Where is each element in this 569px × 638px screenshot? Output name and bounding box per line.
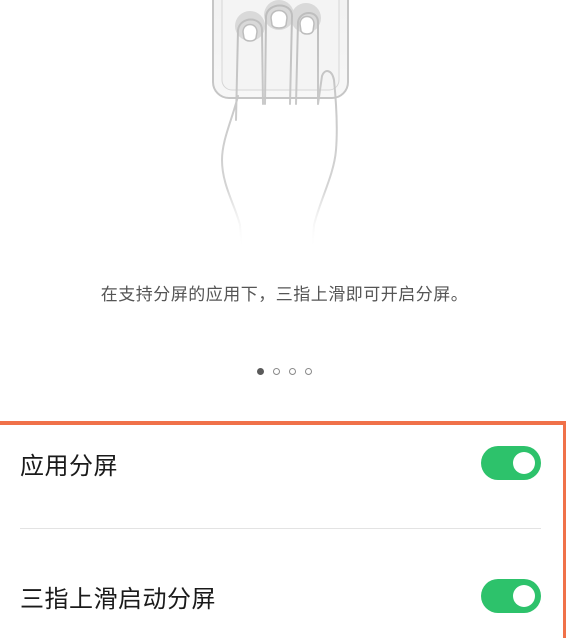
setting-row-three-finger-swipe[interactable]: 三指上滑启动分屏 (20, 566, 541, 626)
page-dot-2[interactable] (273, 368, 280, 375)
setting-label: 应用分屏 (20, 451, 118, 480)
split-screen-settings-page: 在支持分屏的应用下，三指上滑即可开启分屏。 应用分屏 三指上滑启动分屏 (0, 0, 569, 638)
app-split-screen-toggle[interactable] (481, 446, 541, 480)
three-finger-swipe-toggle[interactable] (481, 579, 541, 613)
tutorial-caption: 在支持分屏的应用下，三指上滑即可开启分屏。 (100, 285, 469, 305)
three-finger-swipe-hand-icon (212, 0, 349, 251)
page-indicator (0, 368, 569, 375)
toggle-knob (513, 585, 535, 607)
toggle-knob (513, 452, 535, 474)
setting-label: 三指上滑启动分屏 (20, 584, 216, 613)
three-finger-swipe-illustration (0, 0, 569, 251)
page-dot-4[interactable] (305, 368, 312, 375)
page-dot-1[interactable] (257, 368, 264, 375)
divider (20, 528, 541, 529)
setting-row-app-split-screen[interactable]: 应用分屏 (20, 433, 541, 493)
page-dot-3[interactable] (289, 368, 296, 375)
